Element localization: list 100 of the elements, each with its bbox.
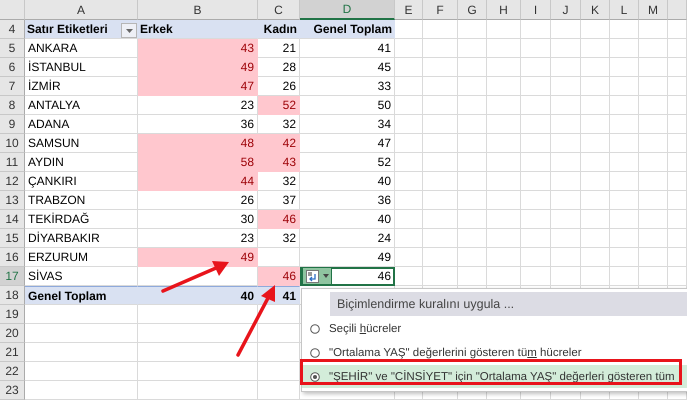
empty-cell (668, 58, 687, 77)
empty-cell (551, 210, 581, 229)
empty-cell (458, 20, 487, 39)
empty-cell (487, 229, 521, 248)
empty-cell (521, 39, 551, 58)
empty-cell (610, 210, 639, 229)
column-header[interactable]: C (258, 0, 300, 20)
row-header[interactable]: 7 (0, 77, 25, 96)
row-header[interactable]: 15 (0, 229, 25, 248)
column-header[interactable]: B (138, 0, 258, 20)
empty-cell (395, 267, 423, 286)
empty-cell (458, 248, 487, 267)
empty-cell (458, 134, 487, 153)
table-cell: 47 (138, 77, 258, 96)
empty-cell (551, 191, 581, 210)
table-cell: 52 (258, 96, 300, 115)
paste-options-button[interactable] (302, 267, 332, 285)
empty-cell (581, 267, 610, 286)
row-header[interactable]: 19 (0, 305, 25, 324)
row-header[interactable]: 16 (0, 248, 25, 267)
row-header[interactable]: 6 (0, 58, 25, 77)
row-header[interactable]: 14 (0, 210, 25, 229)
empty-cell (521, 153, 551, 172)
column-header[interactable]: K (581, 0, 610, 20)
filter-dropdown-button[interactable] (121, 23, 137, 38)
empty-cell (581, 58, 610, 77)
empty-cell (668, 96, 687, 115)
row-header[interactable]: 13 (0, 191, 25, 210)
empty-cell (395, 134, 423, 153)
empty-cell (423, 96, 458, 115)
empty-cell (395, 210, 423, 229)
empty-cell (581, 39, 610, 58)
column-header[interactable]: F (423, 0, 458, 20)
row-header[interactable]: 9 (0, 115, 25, 134)
row-header[interactable]: 4 (0, 20, 25, 39)
column-header[interactable]: D (300, 0, 395, 20)
row-header[interactable]: 23 (0, 381, 25, 400)
empty-cell (258, 324, 300, 343)
pivot-header-cell: Kadın (258, 20, 300, 39)
empty-cell (581, 172, 610, 191)
column-header[interactable]: A (25, 0, 138, 20)
table-cell: 43 (258, 153, 300, 172)
row-header[interactable]: 21 (0, 343, 25, 362)
empty-cell (668, 267, 687, 286)
empty-cell (487, 115, 521, 134)
empty-cell (668, 172, 687, 191)
row-header[interactable]: 17 (0, 267, 25, 286)
empty-cell (668, 115, 687, 134)
empty-cell (423, 39, 458, 58)
empty-cell (423, 77, 458, 96)
column-header[interactable]: L (610, 0, 639, 20)
empty-cell (521, 229, 551, 248)
empty-cell (639, 77, 668, 96)
empty-cell (458, 96, 487, 115)
empty-cell (487, 210, 521, 229)
row-header[interactable]: 12 (0, 172, 25, 191)
empty-cell (610, 248, 639, 267)
empty-cell (639, 134, 668, 153)
empty-cell (487, 77, 521, 96)
empty-cell (423, 267, 458, 286)
menu-option[interactable]: Seçili hücreler (302, 317, 687, 340)
empty-cell (423, 210, 458, 229)
column-header[interactable]: I (521, 0, 551, 20)
radio-icon (310, 372, 320, 382)
table-cell: 32 (258, 172, 300, 191)
column-header[interactable]: E (395, 0, 423, 20)
row-header[interactable]: 22 (0, 362, 25, 381)
empty-cell (458, 267, 487, 286)
row-header[interactable]: 10 (0, 134, 25, 153)
column-header[interactable]: M (639, 0, 668, 20)
column-header[interactable]: G (458, 0, 487, 20)
column-header[interactable]: H (487, 0, 521, 20)
empty-cell (458, 153, 487, 172)
empty-cell (521, 210, 551, 229)
table-cell: 42 (258, 134, 300, 153)
row-header[interactable]: 11 (0, 153, 25, 172)
menu-option[interactable]: "Ortalama YAŞ" değerlerini gösteren tüm hücreler (302, 341, 687, 364)
empty-cell (668, 191, 687, 210)
table-cell: ANTALYA (25, 96, 138, 115)
table-cell: 24 (300, 229, 395, 248)
table-cell: 45 (300, 58, 395, 77)
row-header[interactable]: 18 (0, 286, 25, 305)
empty-cell (521, 172, 551, 191)
empty-cell (423, 172, 458, 191)
empty-cell (521, 134, 551, 153)
empty-cell (521, 248, 551, 267)
column-header[interactable]: J (551, 0, 581, 20)
empty-cell (487, 134, 521, 153)
row-header[interactable]: 8 (0, 96, 25, 115)
row-header[interactable]: 20 (0, 324, 25, 343)
empty-cell (551, 248, 581, 267)
empty-cell (395, 39, 423, 58)
table-cell: 44 (138, 172, 258, 191)
empty-cell (487, 267, 521, 286)
empty-cell (610, 20, 639, 39)
empty-cell (395, 77, 423, 96)
empty-cell (639, 58, 668, 77)
row-header[interactable]: 5 (0, 39, 25, 58)
empty-cell (423, 153, 458, 172)
empty-cell (395, 115, 423, 134)
